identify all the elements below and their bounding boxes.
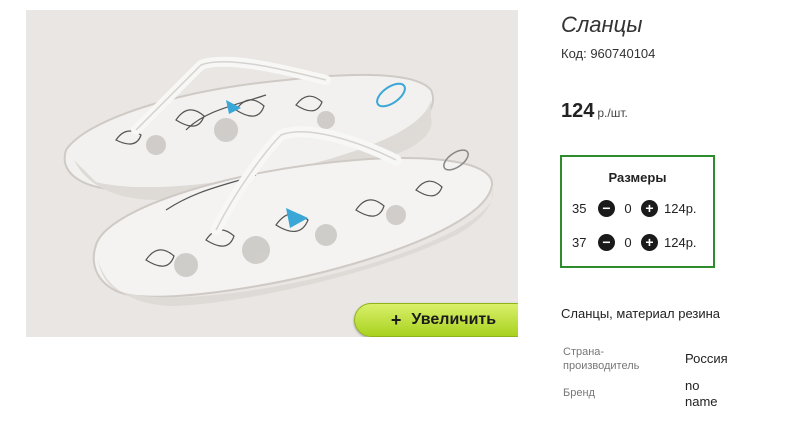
attribute-value-line: name bbox=[685, 394, 718, 409]
flip-flops-image bbox=[63, 56, 494, 306]
attribute-value-line: no bbox=[685, 378, 700, 393]
attribute-label-brand: Бренд bbox=[563, 387, 595, 399]
sizes-panel: Размеры 35 − 0 + 124р. 37 − 0 + 124р. bbox=[560, 155, 715, 268]
size-row: 35 − 0 + 124р. bbox=[572, 198, 697, 218]
plus-icon: + bbox=[390, 309, 402, 330]
attribute-label-country: Страна- производитель bbox=[563, 345, 639, 373]
minus-icon[interactable]: − bbox=[598, 233, 615, 251]
size-price: 124р. bbox=[664, 200, 697, 216]
plus-icon[interactable]: + bbox=[641, 233, 658, 251]
product-price: 124 р./шт. bbox=[561, 100, 628, 123]
product-title: Сланцы bbox=[561, 12, 643, 37]
size-value: 37 bbox=[572, 234, 587, 250]
minus-icon[interactable]: − bbox=[598, 199, 615, 217]
zoom-button-label: Увеличить bbox=[411, 311, 497, 328]
size-value: 35 bbox=[572, 200, 587, 216]
price-amount: 124 bbox=[561, 100, 595, 122]
product-photo[interactable]: + Увеличить bbox=[26, 10, 518, 337]
sizes-title: Размеры bbox=[608, 170, 667, 185]
attribute-label-line: производитель bbox=[563, 360, 640, 372]
product-description: Сланцы, материал резина bbox=[561, 306, 721, 321]
product-code: Код: 960740104 bbox=[561, 46, 656, 61]
price-unit: р./шт. bbox=[597, 106, 628, 120]
quantity-value: 0 bbox=[624, 234, 632, 250]
size-row: 37 − 0 + 124р. bbox=[572, 232, 697, 252]
zoom-button[interactable]: + Увеличить bbox=[354, 303, 518, 337]
plus-icon[interactable]: + bbox=[641, 199, 658, 217]
size-price: 124р. bbox=[664, 234, 697, 250]
attribute-label-line: Страна- bbox=[563, 346, 605, 358]
attribute-value-country: Россия bbox=[685, 351, 728, 366]
attribute-value-brand: no name bbox=[685, 378, 718, 410]
quantity-value: 0 bbox=[624, 200, 632, 216]
